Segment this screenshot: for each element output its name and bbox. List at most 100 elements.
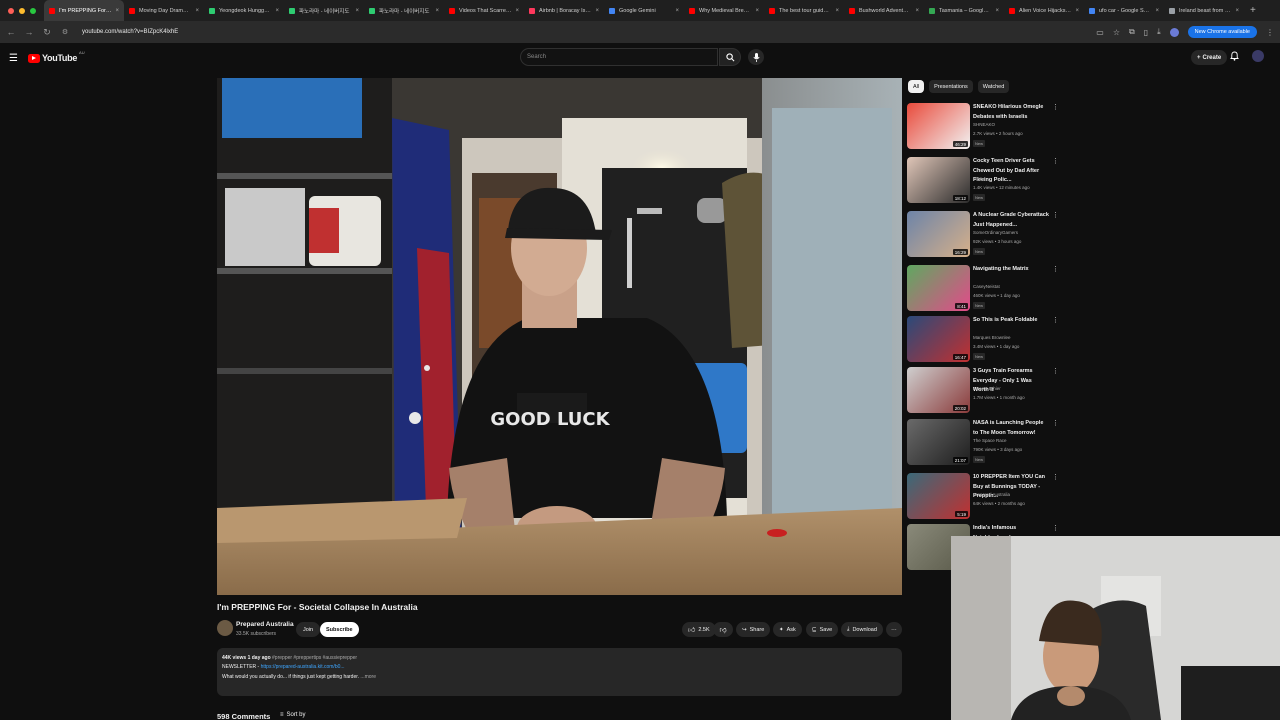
video-title-link[interactable]: A Nuclear Grade Cyberattack Just Happene…: [973, 211, 1049, 230]
filter-chip[interactable]: Presentations: [929, 80, 973, 93]
minimize-window-icon[interactable]: [19, 7, 25, 14]
account-avatar[interactable]: [1252, 50, 1264, 62]
search-button[interactable]: [719, 48, 741, 66]
sidebar-icon[interactable]: ▯: [1144, 28, 1148, 37]
video-title-link[interactable]: Navigating the Matrix: [973, 265, 1049, 275]
browser-tab[interactable]: Alien Voice Hijacks live T ×: [1004, 0, 1084, 21]
video-thumbnail[interactable]: 5:19: [907, 473, 970, 519]
browser-tab[interactable]: Yeongdeok Hungga - Nai ×: [204, 0, 284, 21]
more-actions-button[interactable]: ⋯: [886, 622, 902, 637]
tab-close-icon[interactable]: ×: [835, 8, 839, 14]
search-input[interactable]: Search: [520, 48, 718, 66]
downloads-icon[interactable]: ⤓: [1157, 27, 1161, 37]
video-title-link[interactable]: SNEAKO Hilarious Omegle Debates with Isr…: [973, 103, 1049, 122]
video-thumbnail[interactable]: 16:47: [907, 316, 970, 362]
more-options-icon[interactable]: ⋮: [1052, 157, 1059, 165]
video-title-link[interactable]: So This is Peak Foldable: [973, 316, 1049, 326]
notifications-bell-icon[interactable]: [1230, 51, 1239, 63]
video-channel-name[interactable]: Prepared Australia: [973, 492, 1010, 497]
url-field[interactable]: youtube.com/watch?v=BIZpcK4lxhE: [82, 29, 178, 35]
like-button[interactable]: 👍︎ 2.5K: [682, 622, 716, 637]
subscribe-button[interactable]: Subscribe: [320, 622, 359, 637]
browser-tab[interactable]: Ireland beast from the ea ×: [1164, 0, 1244, 21]
browser-tab[interactable]: 파노라마 - 네이버지도 ×: [364, 0, 444, 21]
video-player[interactable]: GOOD LUCK: [217, 78, 902, 595]
hashtags[interactable]: #prepper #preppertips #aussieprepper: [272, 655, 357, 661]
recommended-video[interactable]: 16:29 A Nuclear Grade Cyberattack Just Ha…: [907, 211, 1059, 259]
browser-tab[interactable]: Bushworld Adventures | ×: [844, 0, 924, 21]
browser-tab[interactable]: Videos That Scarred Aus ×: [444, 0, 524, 21]
more-options-icon[interactable]: ⋮: [1052, 473, 1059, 481]
channel-avatar[interactable]: [217, 620, 233, 636]
site-info-icon[interactable]: ⚙: [60, 28, 70, 36]
youtube-logo[interactable]: YouTube AU: [27, 50, 85, 63]
video-thumbnail[interactable]: 20:02: [907, 367, 970, 413]
browser-tab[interactable]: The best tour guide #pla ×: [764, 0, 844, 21]
more-options-icon[interactable]: ⋮: [1052, 419, 1059, 427]
browser-tab[interactable]: Why Medieval Bread Was ×: [684, 0, 764, 21]
recommended-video[interactable]: 21:07 NASA is Launching People to The Moo…: [907, 419, 1059, 467]
join-button[interactable]: Join: [296, 622, 321, 637]
download-button[interactable]: ⤓ Download: [841, 622, 883, 637]
create-button[interactable]: + Create: [1191, 50, 1228, 65]
video-thumbnail[interactable]: 46:29: [907, 103, 970, 149]
close-window-icon[interactable]: [8, 7, 14, 14]
voice-search-button[interactable]: [748, 49, 764, 65]
update-chrome-button[interactable]: New Chrome available: [1187, 26, 1257, 38]
video-title-link[interactable]: 10 PREPPER Item YOU Can Buy at Bunnings …: [973, 473, 1049, 502]
tab-close-icon[interactable]: ×: [995, 8, 999, 14]
recommended-video[interactable]: 20:02 3 Guys Train Forearms Everyday - On…: [907, 367, 1059, 415]
chrome-menu-icon[interactable]: ⋮: [1266, 28, 1274, 37]
video-title-link[interactable]: Cocky Teen Driver Gets Chewed Out by Dad…: [973, 157, 1049, 186]
tab-close-icon[interactable]: ×: [355, 8, 359, 14]
back-icon[interactable]: ←: [6, 27, 16, 37]
browser-tab[interactable]: Moving Day Drama! 🔥 ×: [124, 0, 204, 21]
recommended-video[interactable]: 8:41 Navigating the Matrix CaseyNeistat 460…: [907, 265, 1059, 313]
video-channel-name[interactable]: The Space Race: [973, 438, 1007, 443]
browser-tab[interactable]: Tasmania – Google sök ×: [924, 0, 1004, 21]
ask-button[interactable]: ✦ Ask: [773, 622, 802, 637]
video-channel-name[interactable]: Marques Brownlee: [973, 335, 1011, 340]
browser-tab[interactable]: Airbnb | Boracay Island - ×: [524, 0, 604, 21]
more-options-icon[interactable]: ⋮: [1052, 316, 1059, 324]
browser-tab[interactable]: I'm PREPPING For - S ×: [44, 0, 124, 21]
tab-close-icon[interactable]: ×: [755, 8, 759, 14]
recommended-video[interactable]: 5:19 10 PREPPER Item YOU Can Buy at Bunni…: [907, 473, 1059, 521]
more-options-icon[interactable]: ⋮: [1052, 524, 1059, 532]
hamburger-menu-icon[interactable]: ☰: [9, 53, 18, 64]
tab-close-icon[interactable]: ×: [115, 8, 119, 14]
video-thumbnail[interactable]: 16:29: [907, 211, 970, 257]
video-thumbnail[interactable]: 21:07: [907, 419, 970, 465]
tab-close-icon[interactable]: ×: [515, 8, 519, 14]
sort-comments-button[interactable]: ≡ Sort by: [280, 712, 306, 718]
show-more-link[interactable]: ...more: [360, 674, 376, 680]
new-tab-icon[interactable]: +: [1244, 5, 1262, 16]
reload-icon[interactable]: ↻: [42, 27, 52, 38]
recommended-video[interactable]: 46:29 SNEAKO Hilarious Omegle Debates wit…: [907, 103, 1059, 151]
more-options-icon[interactable]: ⋮: [1052, 265, 1059, 273]
tab-close-icon[interactable]: ×: [595, 8, 599, 14]
video-channel-name[interactable]: SomeOrdinaryGamers: [973, 230, 1018, 235]
tab-close-icon[interactable]: ×: [1155, 8, 1159, 14]
browser-tab[interactable]: 파노라마 - 네이버지도 ×: [284, 0, 364, 21]
browser-tab[interactable]: Google Gemini ×: [604, 0, 684, 21]
profile-icon[interactable]: [1169, 27, 1179, 37]
video-thumbnail[interactable]: 18:12: [907, 157, 970, 203]
video-channel-name[interactable]: CaseyNeistat: [973, 284, 1000, 289]
video-channel-name[interactable]: SHNEAKO: [973, 122, 995, 127]
share-button[interactable]: ↪ Share: [736, 622, 771, 637]
filter-chip[interactable]: Watched: [977, 80, 1010, 93]
tab-close-icon[interactable]: ×: [1235, 8, 1239, 14]
more-options-icon[interactable]: ⋮: [1052, 367, 1059, 375]
video-channel-name[interactable]: HGs: [973, 176, 982, 181]
tab-close-icon[interactable]: ×: [435, 8, 439, 14]
tab-close-icon[interactable]: ×: [1075, 8, 1079, 14]
cast-icon[interactable]: ▭: [1096, 28, 1104, 37]
recommended-video[interactable]: 16:47 So This is Peak Foldable Marques Bro…: [907, 316, 1059, 364]
filter-chip[interactable]: All: [908, 80, 925, 93]
video-thumbnail[interactable]: 8:41: [907, 265, 970, 311]
more-options-icon[interactable]: ⋮: [1052, 103, 1059, 111]
tab-close-icon[interactable]: ×: [675, 8, 679, 14]
bookmark-star-icon[interactable]: ☆: [1113, 28, 1120, 37]
tab-close-icon[interactable]: ×: [275, 8, 279, 14]
